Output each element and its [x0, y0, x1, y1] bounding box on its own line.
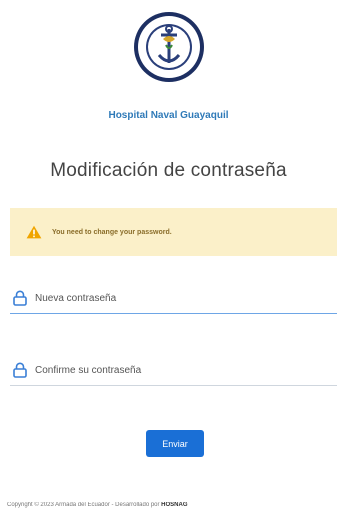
hospital-name: Hospital Naval Guayaquil — [108, 110, 229, 121]
page-title: Modificación de contraseña — [50, 160, 287, 181]
new-password-input[interactable] — [35, 292, 315, 304]
footer-copyright: Copyright © 2023 Armada del Ecuador - De… — [7, 502, 337, 508]
new-password-field[interactable] — [10, 283, 337, 314]
footer-brand-link[interactable]: HOSNAG — [161, 502, 187, 508]
naval-emblem-seal-icon — [134, 12, 204, 82]
submit-button[interactable]: Enviar — [146, 430, 204, 457]
confirm-password-input[interactable] — [35, 364, 315, 376]
hospital-logo — [133, 11, 205, 83]
footer-text: Copyright © 2023 Armada del Ecuador - De… — [7, 502, 162, 508]
lock-icon — [13, 290, 27, 306]
lock-icon — [13, 362, 27, 378]
password-warning-alert: You need to change your password. — [10, 208, 337, 256]
confirm-password-field[interactable] — [10, 355, 337, 386]
alert-message: You need to change your password. — [52, 228, 172, 236]
warning-icon — [26, 225, 42, 239]
